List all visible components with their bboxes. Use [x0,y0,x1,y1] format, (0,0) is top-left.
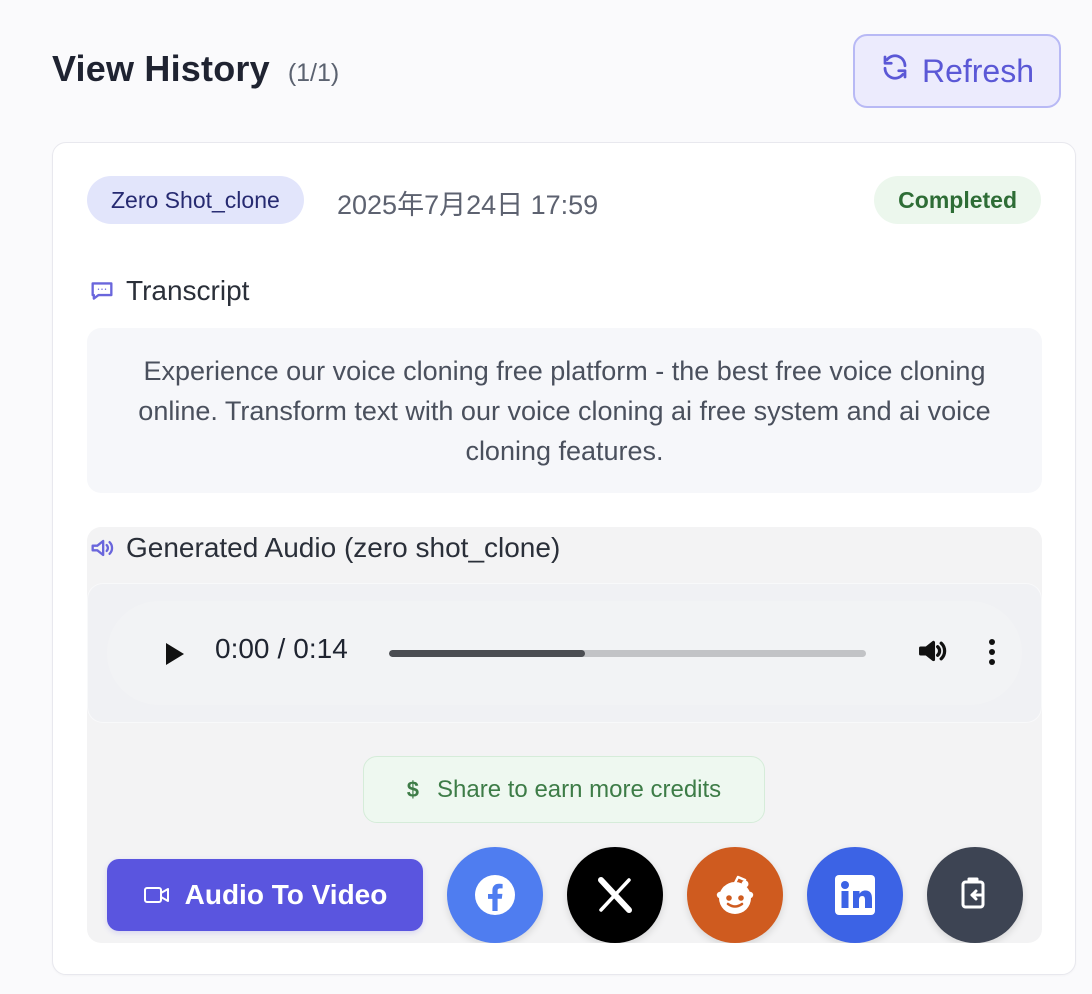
reddit-share-button[interactable] [687,847,783,943]
play-icon [162,641,186,667]
time-separator: / [277,633,286,664]
refresh-icon [880,52,910,90]
page-title: View History [52,48,270,89]
audio-to-video-button[interactable]: Audio To Video [107,859,423,931]
facebook-share-button[interactable] [447,847,543,943]
speaker-icon [88,534,116,562]
history-count: (1/1) [287,59,340,87]
audio-time: 0:00 / 0:14 [215,633,348,665]
status-badge: Completed [874,176,1041,224]
copy-icon [952,872,998,918]
audio-player: 0:00 / 0:14 [107,601,1022,705]
transcript-heading: Transcript [88,275,249,307]
dollar-icon: $ [406,776,420,802]
linkedin-share-button[interactable] [807,847,903,943]
transcript-heading-label: Transcript [126,275,250,306]
x-icon [594,874,636,916]
refresh-button[interactable]: Refresh [853,34,1061,108]
timestamp: 2025年7月24日 17:59 [337,190,599,220]
transcript-text: Experience our voice cloning free platfo… [138,355,991,466]
duration: 0:14 [293,633,348,664]
facebook-icon [471,871,519,919]
share-to-earn-credits: $ Share to earn more credits [363,756,765,823]
audio-progress-fill [389,650,585,657]
generated-audio-heading-label: Generated Audio (zero shot_clone) [126,532,561,563]
more-options-button[interactable] [977,632,1007,672]
share-credits-label: Share to earn more credits [437,775,722,803]
more-vertical-icon [987,638,997,666]
current-time: 0:00 [215,633,270,664]
history-title-wrap: View History (1/1) [52,48,339,90]
model-tag: Zero Shot_clone [87,176,304,224]
refresh-label: Refresh [921,52,1035,89]
history-header: View History (1/1) Refresh [52,34,1076,108]
video-camera-icon [143,885,171,905]
volume-icon [915,634,949,668]
audio-player-shell: 0:00 / 0:14 [87,583,1042,723]
volume-button[interactable] [913,632,951,670]
audio-to-video-label: Audio To Video [184,879,388,910]
generated-audio-section: Generated Audio (zero shot_clone) 0:00 /… [87,527,1042,943]
transcript-text-box: Experience our voice cloning free platfo… [87,328,1042,493]
x-share-button[interactable] [567,847,663,943]
history-card: Zero Shot_clone 2025年7月24日 17:59 Complet… [52,142,1076,975]
reddit-icon [710,870,760,920]
copy-to-clipboard-button[interactable] [927,847,1023,943]
audio-progress-bar[interactable] [389,650,866,657]
message-icon [88,277,116,305]
linkedin-icon [830,870,880,920]
generated-audio-heading: Generated Audio (zero shot_clone) [88,532,560,564]
play-button[interactable] [155,635,193,673]
